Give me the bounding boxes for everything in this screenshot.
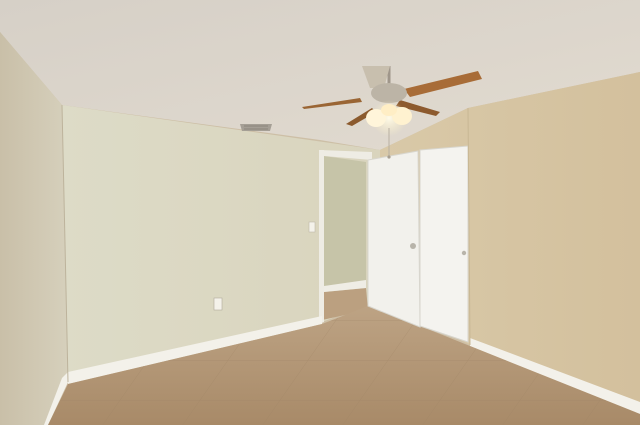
door-knob-icon[interactable] [410,243,416,249]
hallway-frame-left [319,150,324,324]
door-knob-icon[interactable] [461,250,467,256]
closet-door-right[interactable] [419,145,469,343]
power-outlet-icon [213,297,223,311]
closet-door-left[interactable] [367,150,421,328]
room-scene [0,0,640,425]
hallway-wall [324,156,366,292]
light-switch-icon[interactable] [308,221,316,233]
air-vent-icon [240,124,272,131]
